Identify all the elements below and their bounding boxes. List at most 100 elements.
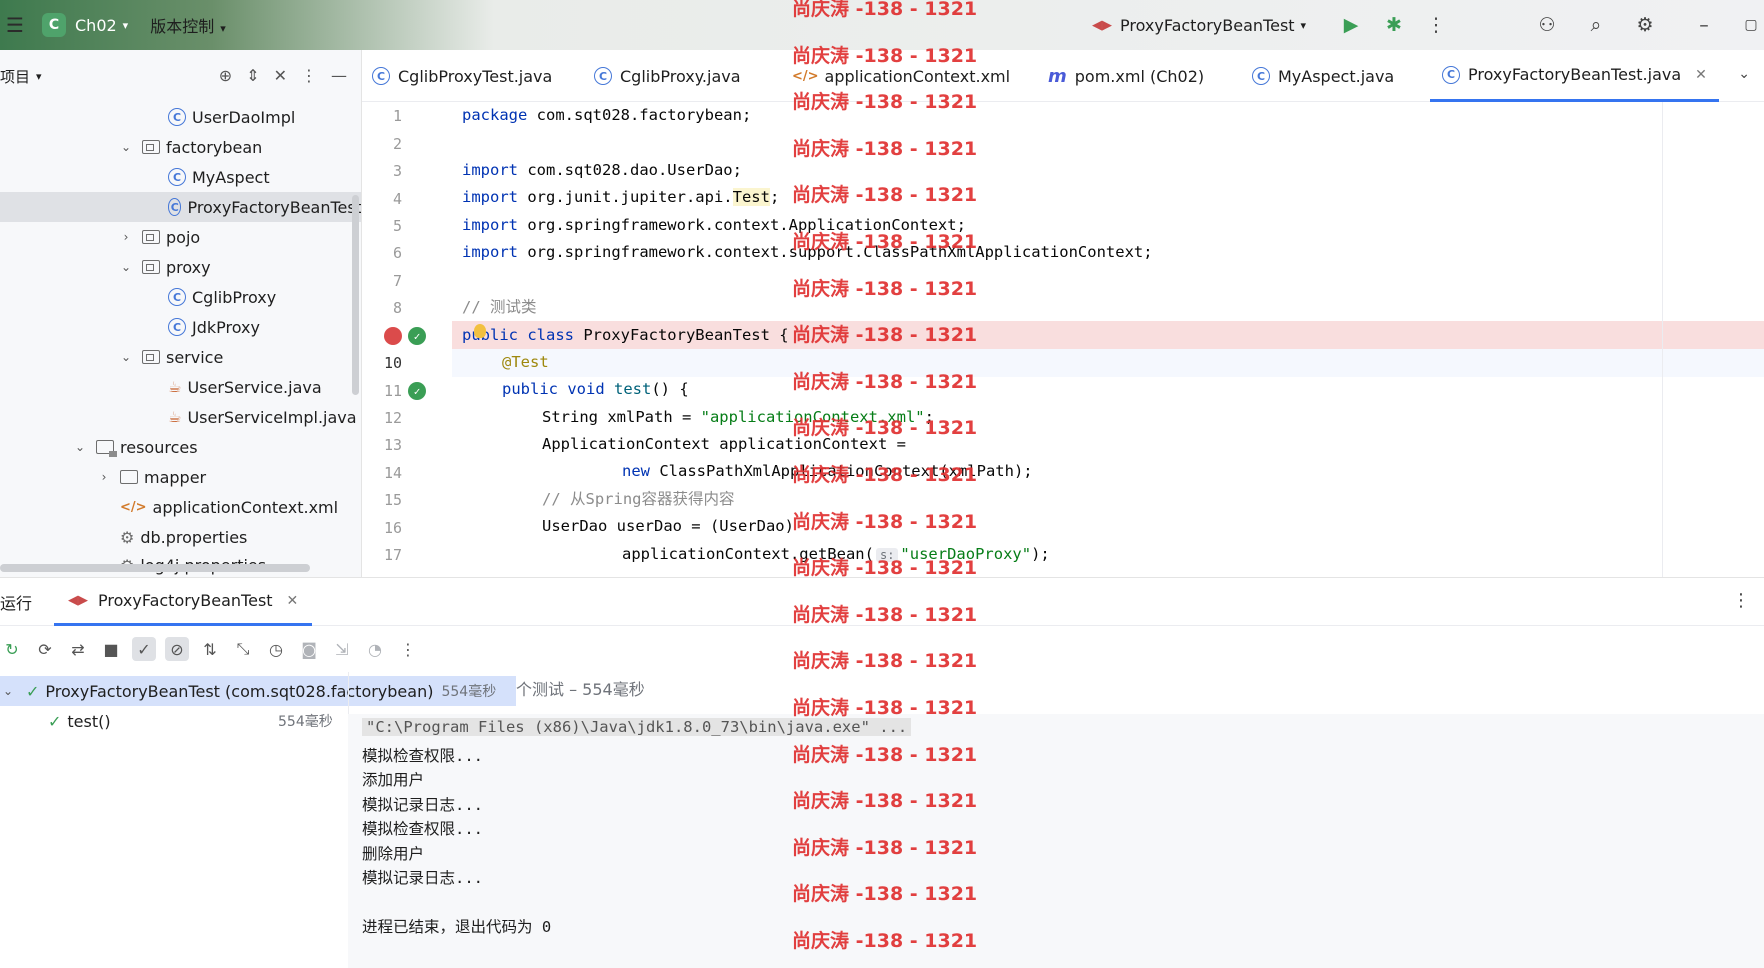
code-editor[interactable]: 1 2 3 4 5 6 7 8 10 11 12 13 14 15 16 17 … [362,102,1764,577]
chevron-down-icon[interactable]: ⌄ [1738,66,1750,82]
tree-item-cglibproxy[interactable]: C CglibProxy [0,282,361,312]
tab-pom-xml[interactable]: m pom.xml (Ch02) [1048,50,1204,102]
screenshot-icon[interactable]: ◙ [297,637,321,661]
tree-item-userservice[interactable]: ☕ UserService.java [0,372,361,402]
tab-label: applicationContext.xml [824,66,1011,86]
tree-item-factorybean[interactable]: ⌄ factorybean [0,132,361,162]
class-icon: C [168,288,186,306]
run-panel-title[interactable]: 运行 [0,590,32,614]
stop-icon[interactable]: ■ [99,637,123,661]
tree-item-label: service [166,347,224,367]
intention-bulb-icon[interactable] [474,324,486,338]
collapse-icon[interactable]: ⤡ [231,637,255,661]
history-icon[interactable]: ◷ [264,637,288,661]
show-ignored-icon[interactable]: ⊘ [165,637,189,661]
tab-run-proxyfactorybeantest[interactable]: ◀▶ ProxyFactoryBeanTest ✕ [54,578,313,626]
line-number: 6 [392,244,402,262]
chevron-down-icon[interactable]: ⌄ [118,260,134,274]
run-test-gutter-icon[interactable]: ✓ [408,327,426,345]
options-icon[interactable]: ⋮ [301,66,317,85]
project-badge[interactable]: C [42,13,66,37]
tab-cglibproxy[interactable]: C CglibProxy.java [594,50,741,102]
tab-label: pom.xml (Ch02) [1074,66,1205,86]
show-passed-icon[interactable]: ✓ [132,637,156,661]
tree-item-pojo[interactable]: › pojo [0,222,361,252]
more-icon[interactable]: ⋮ [396,637,420,661]
sort-icon[interactable]: ⇅ [198,637,222,661]
minimize-icon[interactable]: – [1691,12,1717,38]
restore-icon[interactable]: ▢ [1738,12,1764,38]
tree-item-label: UserService.java [187,377,322,397]
tree-item-proxy[interactable]: ⌄ proxy [0,252,361,282]
more-icon[interactable]: ⋮ [1423,12,1449,38]
run-test-gutter-icon[interactable]: ✓ [408,382,426,400]
horizontal-scrollbar[interactable] [0,564,310,572]
tab-proxyfactorybeantest[interactable]: C ProxyFactoryBeanTest.java ✕ [1430,50,1719,102]
tree-item-proxyfactorybeantest[interactable]: C ProxyFactoryBeanTest [0,192,361,222]
line-number: 4 [392,190,402,208]
chevron-down-icon[interactable]: ⌄ [118,350,134,364]
line-number-gutter[interactable]: 1 2 3 4 5 6 7 8 10 11 12 13 14 15 16 17 … [362,102,452,577]
collapse-all-icon[interactable]: ✕ [274,66,287,85]
parameter-hint: s: [875,548,899,562]
coverage-icon[interactable]: ◔ [363,637,387,661]
search-icon[interactable]: ⌕ [1583,12,1609,38]
code-line-6: import org.springframework.context.suppo… [462,243,1153,261]
code-line-1: package com.sqt028.factorybean; [462,106,752,124]
chevron-down-icon[interactable]: ▾ [36,70,42,83]
chevron-right-icon[interactable]: › [118,230,134,244]
tab-applicationcontext-xml[interactable]: </> applicationContext.xml [792,50,1010,102]
test-suite-row[interactable]: ⌄ ✓ ProxyFactoryBeanTest (com.sqt028.fac… [0,676,516,706]
vcs-widget[interactable]: 版本控制 ▾ [150,13,226,37]
junit-icon: ◀▶ [1092,17,1112,33]
chevron-down-icon[interactable]: ⌄ [72,440,88,454]
tree-item-applicationcontext[interactable]: </> applicationContext.xml [0,492,361,522]
tree-item-mapper[interactable]: › mapper [0,462,361,492]
hide-panel-icon[interactable]: — [331,66,347,85]
rerun-icon[interactable]: ↻ [0,637,24,661]
rerun-failed-icon[interactable]: ⟳ [33,637,57,661]
locate-icon[interactable]: ⊕ [219,66,232,85]
console-line: 模拟检查权限... [362,747,483,765]
chevron-down-icon[interactable]: ⌄ [118,140,134,154]
chevron-down-icon[interactable]: ▾ [123,19,129,32]
import-icon[interactable]: ⇲ [330,637,354,661]
run-config-selector[interactable]: ◀▶ ProxyFactoryBeanTest ▾ [1092,0,1306,50]
debug-icon[interactable]: ✱ [1381,12,1407,38]
tree-item-resources[interactable]: ⌄ resources [0,432,361,462]
more-icon[interactable]: ⋮ [1732,590,1750,611]
tree-item-service[interactable]: ⌄ service [0,342,361,372]
class-icon: C [168,198,182,216]
chevron-right-icon[interactable]: › [96,470,112,484]
line-number: 15 [383,491,402,509]
tree-item-userserviceimpl[interactable]: ☕ UserServiceImpl.java [0,402,361,432]
project-panel-title[interactable]: 项目 [0,66,30,87]
class-icon: C [1252,67,1270,85]
tree-item-jdkproxy[interactable]: C JdkProxy [0,312,361,342]
vcs-label: 版本控制 [150,17,215,36]
breakpoint-icon[interactable] [384,327,402,345]
project-name[interactable]: Ch02 [75,16,117,35]
chevron-down-icon[interactable]: ⌄ [0,684,16,698]
close-icon[interactable]: ✕ [1695,67,1707,83]
tree-item-label: db.properties [140,527,248,547]
tree-item-label: UserDaoImpl [192,107,296,127]
run-icon[interactable]: ▶ [1338,12,1364,38]
tab-cglibproxytest[interactable]: C CglibProxyTest.java [372,50,552,102]
vertical-scrollbar[interactable] [352,195,359,395]
tree-item-userdaoimpl[interactable]: C UserDaoImpl [0,102,361,132]
settings-icon[interactable]: ⚙ [1632,12,1658,38]
close-icon[interactable]: ✕ [287,593,299,609]
code-line-11: public void test() { [502,380,689,398]
add-user-icon[interactable]: ⚇ [1534,12,1560,38]
toggle-auto-test-icon[interactable]: ⇄ [66,637,90,661]
junit-icon: ◀▶ [68,593,88,608]
hamburger-menu-icon[interactable]: ☰ [0,0,30,50]
expand-all-icon[interactable]: ⇕ [246,66,259,85]
tab-myaspect[interactable]: C MyAspect.java [1252,50,1394,102]
tree-item-db-properties[interactable]: ⚙ db.properties [0,522,361,552]
console-output[interactable]: "C:\Program Files (x86)\Java\jdk1.8.0_73… [348,714,1764,968]
tree-item-label: resources [120,437,198,457]
test-case-row[interactable]: ✓ test() 554毫秒 [0,706,340,736]
tree-item-myaspect[interactable]: C MyAspect [0,162,361,192]
